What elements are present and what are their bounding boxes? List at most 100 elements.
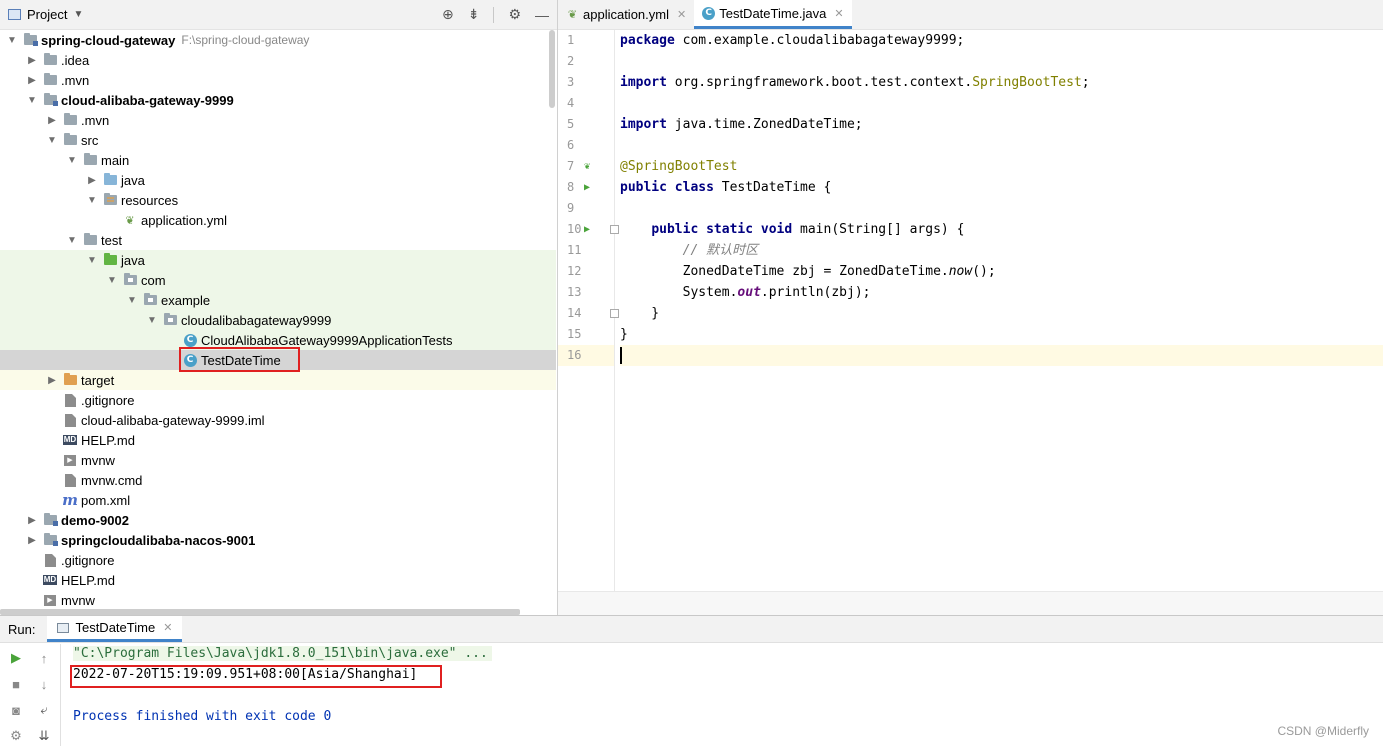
tab-testdatetime-java[interactable]: C TestDateTime.java ✕ [694,0,852,29]
close-icon[interactable]: ✕ [834,7,843,20]
chevron-down-icon[interactable]: ▼ [44,135,60,146]
chevron-down-icon[interactable]: ▼ [84,255,100,266]
tree-item-mvn[interactable]: ▶ .mvn [0,70,556,90]
run-gutter-icon[interactable]: ▶ [584,177,590,198]
scroll-to-end-icon[interactable]: ⇊ [36,728,52,744]
tree-item-idea[interactable]: ▶ .idea [0,50,556,70]
line-number-text: 8 [567,180,575,194]
stop-icon[interactable]: ■ [8,676,24,692]
settings-icon[interactable]: ⚙ [8,728,24,744]
tree-item-pom-xml[interactable]: m pom.xml [0,490,556,510]
line-number: 2 [558,51,614,72]
tree-item-help-md[interactable]: MD HELP.md [0,570,556,590]
fold-marker-icon[interactable] [610,309,619,318]
tab-application-yml[interactable]: ❦ application.yml ✕ [558,0,694,29]
line-number-text: 4 [567,96,575,110]
chevron-right-icon[interactable]: ▶ [84,175,100,186]
chevron-down-icon[interactable]: ▼ [24,95,40,106]
chevron-down-icon[interactable]: ▼ [144,315,160,326]
file-icon-glyph [64,393,76,407]
fold-marker-icon[interactable] [610,225,619,234]
chevron-down-icon[interactable]: ▼ [64,235,80,246]
tree-item-java[interactable]: ▶ java [0,170,556,190]
module-folder-icon-glyph [43,93,58,106]
gear-icon[interactable]: ⚙ [508,6,521,23]
tree-item-cloudalibabagateway9999[interactable]: ▼ cloudalibabagateway9999 [0,310,556,330]
tree-item-gitignore[interactable]: .gitignore [0,550,556,570]
run-gutter-icon[interactable]: ▶ [584,219,590,240]
scroll-up-icon[interactable]: ↑ [36,650,52,666]
scroll-down-icon[interactable]: ↓ [36,676,52,692]
rerun-icon[interactable]: ▶ [8,650,24,666]
chevron-down-icon[interactable]: ▼ [84,195,100,206]
chevron-right-icon[interactable]: ▶ [24,535,40,546]
tree-item-label: cloud-alibaba-gateway-9999.iml [81,412,265,428]
tree-item-springcloudalibaba-nacos-9001[interactable]: ▶ springcloudalibaba-nacos-9001 [0,530,556,550]
tree-item-application-yml[interactable]: ❦ application.yml [0,210,556,230]
locate-icon[interactable]: ⊕ [442,6,454,23]
tree-item-mvn[interactable]: ▶ .mvn [0,110,556,130]
chevron-right-icon[interactable]: ▶ [44,375,60,386]
spring-bean-gutter-icon[interactable]: ❦ [584,156,590,177]
project-tree-vertical-scrollbar[interactable] [549,30,555,108]
tree-item-target[interactable]: ▶ target [0,370,556,390]
chevron-down-icon[interactable]: ▼ [124,295,140,306]
tree-item-src[interactable]: ▼ src [0,130,556,150]
tree-item-mvnw[interactable]: ▶ mvnw [0,450,556,470]
line-number: 7 ❦ [558,156,614,177]
folder-icon [62,113,78,127]
code-area[interactable]: 1 2 3 4 5 6 7 ❦ 8 ▶ 9 10 ▶ 11 12 13 14 15 16 package com.e… [558,30,1383,591]
module-folder-icon [42,513,58,527]
project-view-selector[interactable]: Project [27,7,67,22]
markdown-icon-glyph: MD [42,575,58,585]
tree-item-java[interactable]: ▼ java [0,250,556,270]
chevron-right-icon[interactable]: ▶ [24,55,40,66]
chevron-down-icon[interactable]: ▼ [104,275,120,286]
spring-leaf-icon: ❦ [122,213,138,227]
camera-icon[interactable]: ◙ [8,702,24,718]
tree-item-help-md[interactable]: MD HELP.md [0,430,556,450]
tree-item-resources[interactable]: ▼ resources [0,190,556,210]
package-icon-glyph [143,293,157,305]
markdown-icon: MD [62,433,78,447]
soft-wrap-icon[interactable]: ⤶ [36,702,52,718]
close-icon[interactable]: ✕ [163,621,172,634]
chevron-right-icon[interactable]: ▶ [44,115,60,126]
tree-item-com[interactable]: ▼ com [0,270,556,290]
tree-item-spring-cloud-gateway[interactable]: ▼ spring-cloud-gateway F:\spring-cloud-gat… [0,30,556,50]
project-panel-header: Project ▼ ⊕ ⇟ ⚙ — [0,0,557,30]
collapse-all-icon[interactable]: ⇟ [468,6,480,23]
watermark: CSDN @Miderfly [1277,724,1369,738]
chevron-right-icon[interactable]: ▶ [24,515,40,526]
tree-item-example[interactable]: ▼ example [0,290,556,310]
tree-item-mvnw-cmd[interactable]: mvnw.cmd [0,470,556,490]
minimize-icon[interactable]: — [535,7,549,23]
tree-item-test[interactable]: ▼ test [0,230,556,250]
package-icon [142,293,158,307]
chevron-down-icon[interactable]: ▼ [73,9,83,20]
tree-item-cloud-alibaba-gateway-9999[interactable]: ▼ cloud-alibaba-gateway-9999 [0,90,556,110]
chevron-down-icon[interactable]: ▼ [4,35,20,46]
project-panel-toolbar: ⊕ ⇟ ⚙ — [442,6,557,23]
tree-item-mvnw[interactable]: ▶ mvnw [0,590,556,610]
code-text[interactable]: package com.example.cloudalibabagateway9… [620,30,1383,366]
folder-icon-glyph [63,133,77,145]
tree-item-demo-9002[interactable]: ▶ demo-9002 [0,510,556,530]
close-icon[interactable]: ✕ [677,8,686,21]
tree-item-main[interactable]: ▼ main [0,150,556,170]
run-tab-testdatetime[interactable]: TestDateTime ✕ [47,616,183,642]
tree-item-gitignore[interactable]: .gitignore [0,390,556,410]
console-command-line[interactable]: "C:\Program Files\Java\jdk1.8.0_151\bin\… [73,646,492,661]
toolbar-separator [493,6,495,23]
tree-item-cloud-alibaba-gateway-9999-iml[interactable]: cloud-alibaba-gateway-9999.iml [0,410,556,430]
file-icon [62,413,78,427]
file-icon [42,553,58,567]
folder-icon [42,53,58,67]
chevron-right-icon[interactable]: ▶ [24,75,40,86]
chevron-down-icon[interactable]: ▼ [64,155,80,166]
file-icon-glyph [64,473,76,487]
console-output[interactable]: "C:\Program Files\Java\jdk1.8.0_151\bin\… [60,644,1383,746]
line-number-gutter: 1 2 3 4 5 6 7 ❦ 8 ▶ 9 10 ▶ 11 12 13 14 15 16 [558,30,619,591]
